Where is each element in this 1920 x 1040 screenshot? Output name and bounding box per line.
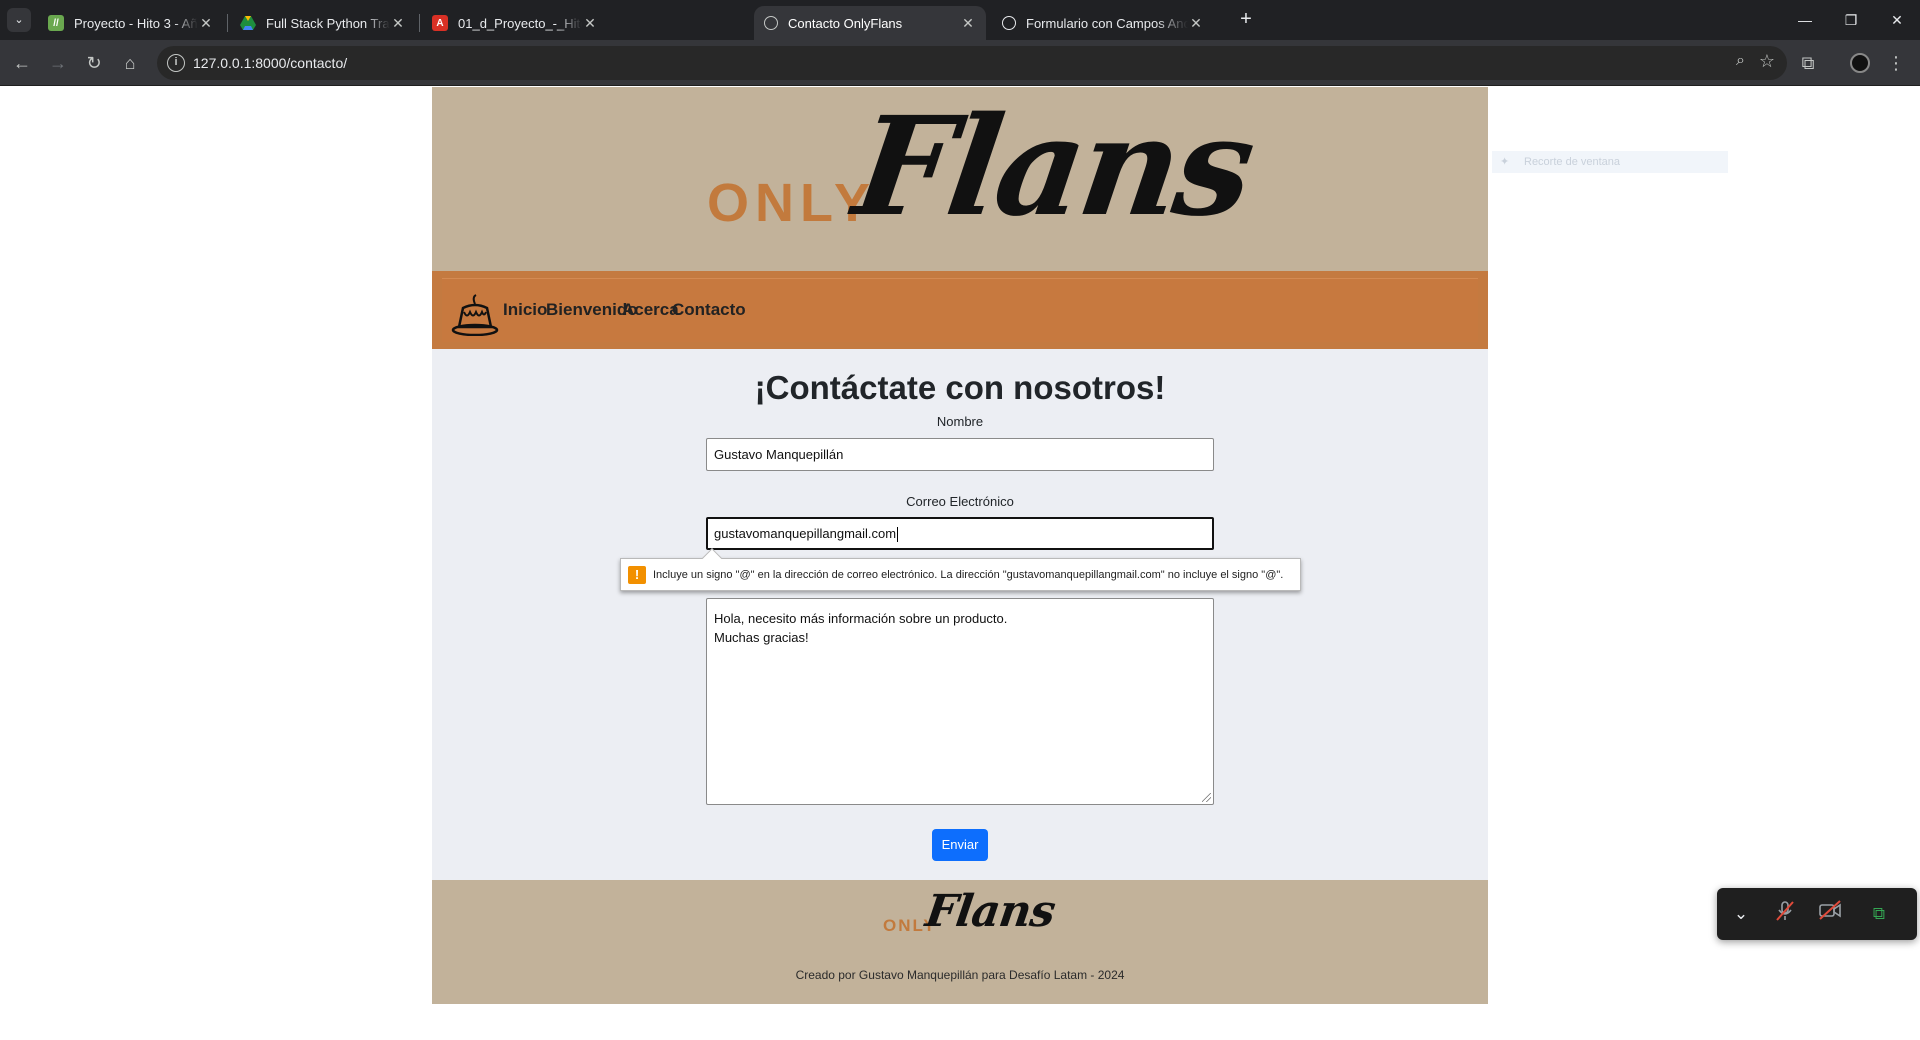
site-info-icon[interactable]: i bbox=[167, 54, 185, 72]
share-screen-icon[interactable]: ⧉ bbox=[1865, 900, 1893, 928]
message-line: Hola, necesito más información sobre un … bbox=[714, 611, 1008, 626]
zoom-icon[interactable]: ⌕ bbox=[1736, 52, 1745, 70]
navbar: Inicio Bienvenido Acerca Contacto bbox=[442, 278, 1478, 342]
collapse-chevron-icon[interactable]: ⌄ bbox=[1727, 900, 1755, 928]
email-label: Correo Electrónico bbox=[906, 494, 1014, 509]
window-snip-overlay[interactable]: ✦ Recorte de ventana bbox=[1492, 151, 1728, 173]
url-text[interactable]: 127.0.0.1:8000/contacto/ bbox=[193, 55, 347, 71]
browser-toolbar: ← → ↻ ⌂ i 127.0.0.1:8000/contacto/ ⌕ ☆ ⧉… bbox=[0, 40, 1920, 86]
warning-icon: ! bbox=[628, 566, 646, 584]
tab-proyecto-hito3[interactable]: // Proyecto - Hito 3 - Añadiendo la ✕ bbox=[38, 6, 224, 40]
close-tab-icon[interactable]: ✕ bbox=[1188, 15, 1204, 32]
tab-formulario-campos[interactable]: Formulario con Campos Anchos ✕ bbox=[992, 6, 1214, 40]
footer-credit: Creado por Gustavo Manquepillán para Des… bbox=[795, 968, 1125, 982]
close-tab-icon[interactable]: ✕ bbox=[390, 15, 406, 32]
page-viewport: ONLY Flans Inicio Bienvenido Acerca Cont… bbox=[0, 87, 1920, 1040]
name-label: Nombre bbox=[936, 414, 984, 429]
new-tab-button[interactable]: + bbox=[1234, 8, 1258, 32]
email-field-value: gustavomanquepillangmail.com bbox=[714, 526, 897, 541]
message-textarea[interactable]: Hola, necesito más información sobre un … bbox=[706, 598, 1214, 805]
name-field[interactable]: Gustavo Manquepillán bbox=[706, 438, 1214, 471]
mic-muted-icon[interactable] bbox=[1771, 900, 1799, 928]
camera-off-icon[interactable] bbox=[1816, 900, 1844, 928]
chatgpt-icon bbox=[1002, 16, 1016, 30]
message-line: Muchas gracias! bbox=[714, 630, 809, 645]
meeting-control-bar: ⌄ ⧉ bbox=[1717, 888, 1917, 940]
google-drive-icon bbox=[240, 15, 256, 31]
profile-avatar[interactable] bbox=[1848, 51, 1872, 75]
footer-logo-flans: Flans bbox=[922, 886, 1058, 937]
nav-link-acerca[interactable]: Acerca bbox=[622, 300, 679, 320]
tab-title: 01_d_Proyecto_-_Hito_3_-_Añadi bbox=[458, 15, 582, 31]
close-tab-icon[interactable]: ✕ bbox=[198, 15, 214, 32]
restore-icon[interactable]: ❐ bbox=[1828, 0, 1874, 40]
address-bar[interactable]: i 127.0.0.1:8000/contacto/ ⌕ ☆ bbox=[157, 46, 1787, 80]
submit-button[interactable]: Enviar bbox=[932, 829, 988, 861]
validation-tooltip: ! Incluye un signo "@" en la dirección d… bbox=[620, 548, 1301, 591]
flan-logo-icon[interactable] bbox=[450, 292, 500, 336]
nav-link-contacto[interactable]: Contacto bbox=[672, 300, 746, 320]
text-caret bbox=[897, 527, 899, 543]
navbar-wrapper: Inicio Bienvenido Acerca Contacto bbox=[432, 271, 1488, 349]
bookmark-star-icon[interactable]: ☆ bbox=[1759, 51, 1775, 72]
nav-link-inicio[interactable]: Inicio bbox=[503, 300, 547, 320]
globe-icon bbox=[764, 16, 778, 30]
email-field[interactable]: gustavomanquepillangmail.com bbox=[706, 517, 1214, 550]
page-title: ¡Contáctate con nosotros! bbox=[754, 369, 1166, 406]
tab-contacto-onlyflans[interactable]: Contacto OnlyFlans ✕ bbox=[754, 6, 986, 40]
snip-icon: ✦ bbox=[1500, 156, 1510, 168]
footer: ONLY Flans Creado por Gustavo Manquepill… bbox=[432, 880, 1488, 1004]
forward-icon[interactable]: → bbox=[46, 51, 70, 75]
tab-divider bbox=[227, 14, 228, 32]
browser-tab-strip: ⌄ // Proyecto - Hito 3 - Añadiendo la ✕ … bbox=[0, 0, 1920, 40]
snip-label: Recorte de ventana bbox=[1524, 156, 1621, 168]
close-tab-icon[interactable]: ✕ bbox=[960, 15, 976, 32]
home-icon[interactable]: ⌂ bbox=[118, 51, 142, 75]
tab-title: Proyecto - Hito 3 - Añadiendo la bbox=[74, 15, 198, 31]
back-icon[interactable]: ← bbox=[10, 51, 34, 75]
tab-full-stack-python[interactable]: Full Stack Python Trainee V2.0 G ✕ bbox=[230, 6, 416, 40]
browser-menu-icon[interactable]: ⋮ bbox=[1884, 51, 1908, 75]
extensions-icon[interactable]: ⧉ bbox=[1796, 51, 1820, 75]
tab-title: Contacto OnlyFlans bbox=[788, 15, 903, 31]
hero-banner: ONLY Flans bbox=[432, 87, 1488, 271]
tab-title: Full Stack Python Trainee V2.0 G bbox=[266, 15, 390, 31]
tab-search-dropdown-icon[interactable]: ⌄ bbox=[7, 8, 31, 32]
tab-divider bbox=[419, 14, 420, 32]
site-container: ONLY Flans Inicio Bienvenido Acerca Cont… bbox=[432, 87, 1488, 1004]
tooltip-arrow bbox=[702, 548, 722, 568]
resize-grip-icon[interactable] bbox=[1202, 793, 1211, 802]
tab-pdf-proyecto[interactable]: A 01_d_Proyecto_-_Hito_3_-_Añadi ✕ bbox=[422, 6, 608, 40]
pdf-icon: A bbox=[432, 15, 448, 31]
name-field-value: Gustavo Manquepillán bbox=[714, 447, 844, 462]
validation-message: Incluye un signo "@" en la dirección de … bbox=[653, 569, 1284, 581]
tab-title: Formulario con Campos Anchos bbox=[1026, 15, 1188, 31]
logo-flans-text: Flans bbox=[845, 87, 1261, 247]
reload-icon[interactable]: ↻ bbox=[82, 51, 106, 75]
close-tab-icon[interactable]: ✕ bbox=[582, 15, 598, 32]
close-window-icon[interactable]: ✕ bbox=[1874, 0, 1920, 40]
minimize-icon[interactable]: — bbox=[1782, 0, 1828, 40]
spreadsheet-icon: // bbox=[48, 15, 64, 31]
